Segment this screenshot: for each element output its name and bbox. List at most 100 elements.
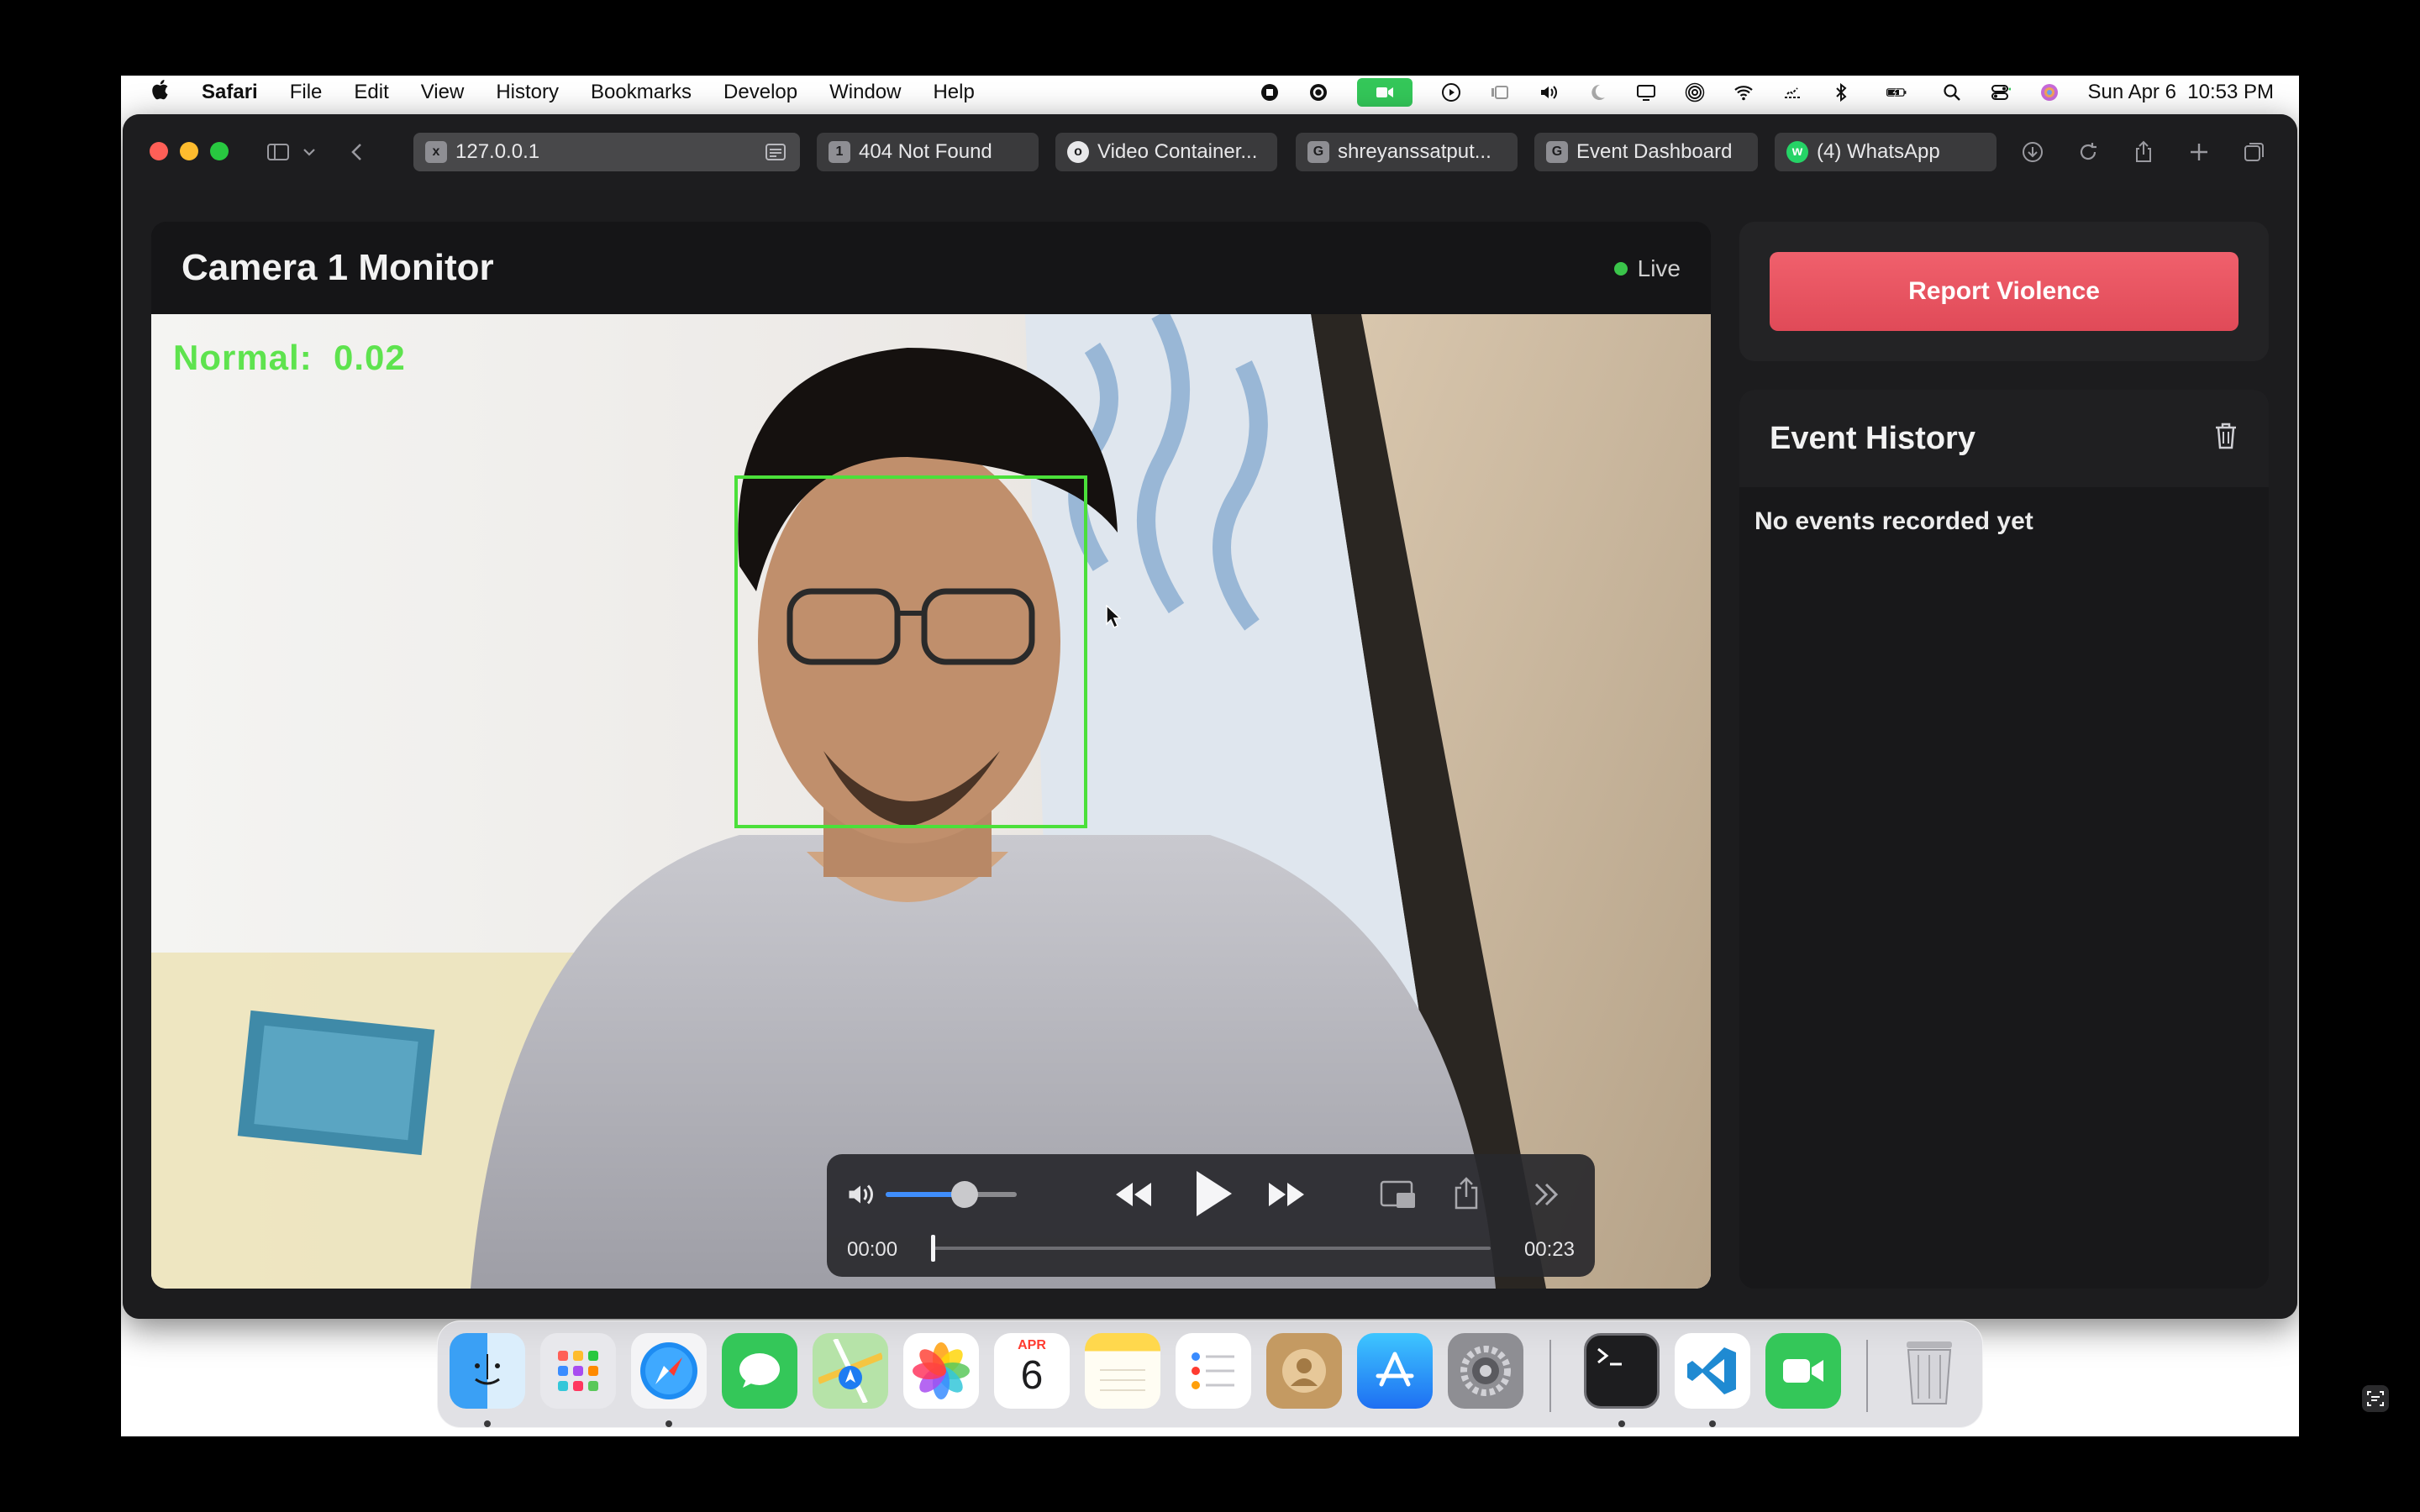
menu-bar-extras: Sun Apr 6 10:53 PM	[1260, 76, 2274, 109]
tab-event-dashboard[interactable]: G Event Dashboard	[1534, 133, 1758, 171]
menu-help[interactable]: Help	[933, 81, 974, 104]
stage-manager-icon[interactable]	[1490, 82, 1510, 102]
downloads-icon[interactable]	[2018, 138, 2047, 166]
system-settings-icon[interactable]	[1448, 1333, 1523, 1409]
reminders-icon[interactable]	[1176, 1333, 1251, 1409]
volume-slider[interactable]	[886, 1181, 1017, 1208]
seek-bar-playhead[interactable]	[931, 1235, 935, 1262]
current-time: 00:00	[847, 1238, 898, 1261]
messages-icon[interactable]	[722, 1333, 797, 1409]
detection-score-label: Normal: 0.02	[173, 338, 406, 377]
menu-develop[interactable]: Develop	[723, 81, 797, 104]
launchpad-icon[interactable]	[540, 1333, 616, 1409]
address-bar-text[interactable]: 127.0.0.1	[455, 140, 539, 164]
mouse-cursor-icon	[1106, 605, 1121, 628]
video-player-controls: 00:00 00:23	[827, 1154, 1595, 1277]
play-circle-icon[interactable]	[1441, 82, 1461, 102]
safari-icon[interactable]	[631, 1333, 707, 1409]
zoom-window-button[interactable]	[210, 142, 229, 160]
tab-localhost[interactable]: x 127.0.0.1	[413, 133, 800, 171]
app-store-icon[interactable]	[1357, 1333, 1433, 1409]
wifi-icon[interactable]	[1733, 82, 1754, 102]
sidebar-toggle-icon[interactable]	[264, 138, 292, 166]
rewind-icon[interactable]	[1113, 1178, 1153, 1211]
menu-bar: Safari File Edit View History Bookmarks …	[121, 76, 2299, 109]
menu-window[interactable]: Window	[829, 81, 901, 104]
focus-moon-icon[interactable]	[1587, 82, 1607, 102]
live-indicator: Live	[1613, 255, 1681, 282]
minimize-window-button[interactable]	[180, 142, 198, 160]
photos-icon[interactable]	[903, 1333, 979, 1409]
running-indicator	[1618, 1420, 1625, 1427]
menu-bookmarks[interactable]: Bookmarks	[591, 81, 692, 104]
running-indicator	[1709, 1420, 1716, 1427]
menu-app-safari[interactable]: Safari	[202, 81, 258, 104]
trash-icon[interactable]	[1891, 1333, 1967, 1409]
tab-label: Event Dashboard	[1576, 140, 1733, 163]
empty-state-message: No events recorded yet	[1754, 507, 2033, 535]
share-icon[interactable]	[1452, 1176, 1481, 1211]
finder-icon[interactable]	[450, 1333, 525, 1409]
menu-view[interactable]: View	[421, 81, 465, 104]
facetime-icon[interactable]	[1765, 1333, 1841, 1409]
new-tab-icon[interactable]	[2185, 138, 2213, 166]
safari-window: x 127.0.0.1 1 404 Not Found o Video Cont…	[123, 114, 2297, 1319]
menu-file[interactable]: File	[290, 81, 323, 104]
tab-label: Video Container...	[1097, 140, 1258, 163]
fast-forward-icon[interactable]	[1267, 1178, 1307, 1211]
reload-icon[interactable]	[2074, 138, 2102, 166]
tab-label: 404 Not Found	[859, 140, 992, 163]
display-icon[interactable]	[1636, 82, 1656, 102]
battery-icon[interactable]	[1880, 82, 1913, 102]
bluetooth-icon[interactable]	[1831, 82, 1851, 102]
spotlight-search-icon[interactable]	[1942, 82, 1962, 102]
page-title: Camera 1 Monitor	[182, 247, 494, 288]
seek-bar[interactable]	[931, 1235, 1491, 1262]
reader-icon[interactable]	[765, 142, 786, 162]
record-stop-icon[interactable]	[1260, 82, 1280, 102]
play-icon[interactable]	[1188, 1168, 1235, 1220]
network-icon[interactable]	[1782, 82, 1802, 102]
tab-video-container[interactable]: o Video Container...	[1055, 133, 1277, 171]
siri-icon[interactable]	[2039, 82, 2060, 102]
airdrop-icon[interactable]	[1685, 82, 1705, 102]
control-center-icon[interactable]	[1991, 82, 2011, 102]
terminal-icon[interactable]	[1584, 1333, 1660, 1409]
camera-video[interactable]: Normal: 0.02 00:00 00:23	[151, 314, 1711, 1289]
tab-overview-icon[interactable]	[2240, 138, 2269, 166]
volume-icon[interactable]	[1539, 82, 1559, 102]
running-indicator	[666, 1420, 672, 1427]
dock-separator	[1549, 1340, 1551, 1412]
contacts-icon[interactable]	[1266, 1333, 1342, 1409]
tab-404[interactable]: 1 404 Not Found	[817, 133, 1039, 171]
tab-favicon: G	[1546, 141, 1568, 163]
tab-github[interactable]: G shreyanssatput...	[1296, 133, 1518, 171]
tab-label: (4) WhatsApp	[1817, 140, 1940, 163]
back-icon[interactable]	[343, 138, 371, 166]
more-chevron-icon[interactable]	[1531, 1179, 1561, 1210]
grammarly-icon[interactable]	[1308, 82, 1328, 102]
chevron-down-icon[interactable]	[299, 138, 319, 166]
calendar-icon[interactable]: APR 6	[994, 1333, 1070, 1409]
live-dot-icon	[1613, 262, 1628, 276]
screen-capture-icon[interactable]	[2361, 1384, 2390, 1413]
volume-slider-knob[interactable]	[950, 1181, 978, 1208]
close-tab-icon[interactable]: x	[425, 141, 447, 163]
report-violence-button[interactable]: Report Violence	[1770, 252, 2238, 331]
menu-history[interactable]: History	[496, 81, 559, 104]
tab-whatsapp[interactable]: w (4) WhatsApp	[1775, 133, 1996, 171]
menu-edit[interactable]: Edit	[354, 81, 388, 104]
tab-favicon: o	[1067, 141, 1089, 163]
facetime-active-icon[interactable]	[1356, 78, 1413, 107]
share-icon[interactable]	[2129, 138, 2158, 166]
notes-icon[interactable]	[1085, 1333, 1160, 1409]
vscode-icon[interactable]	[1675, 1333, 1750, 1409]
volume-icon[interactable]	[845, 1179, 876, 1210]
apple-menu-icon[interactable]	[151, 79, 170, 107]
close-window-button[interactable]	[150, 142, 168, 160]
report-card: Report Violence	[1739, 222, 2269, 361]
maps-icon[interactable]	[813, 1333, 888, 1409]
picture-in-picture-icon[interactable]	[1380, 1179, 1417, 1210]
menu-clock[interactable]: Sun Apr 6 10:53 PM	[2088, 81, 2274, 104]
trash-icon[interactable]	[2213, 422, 2238, 450]
